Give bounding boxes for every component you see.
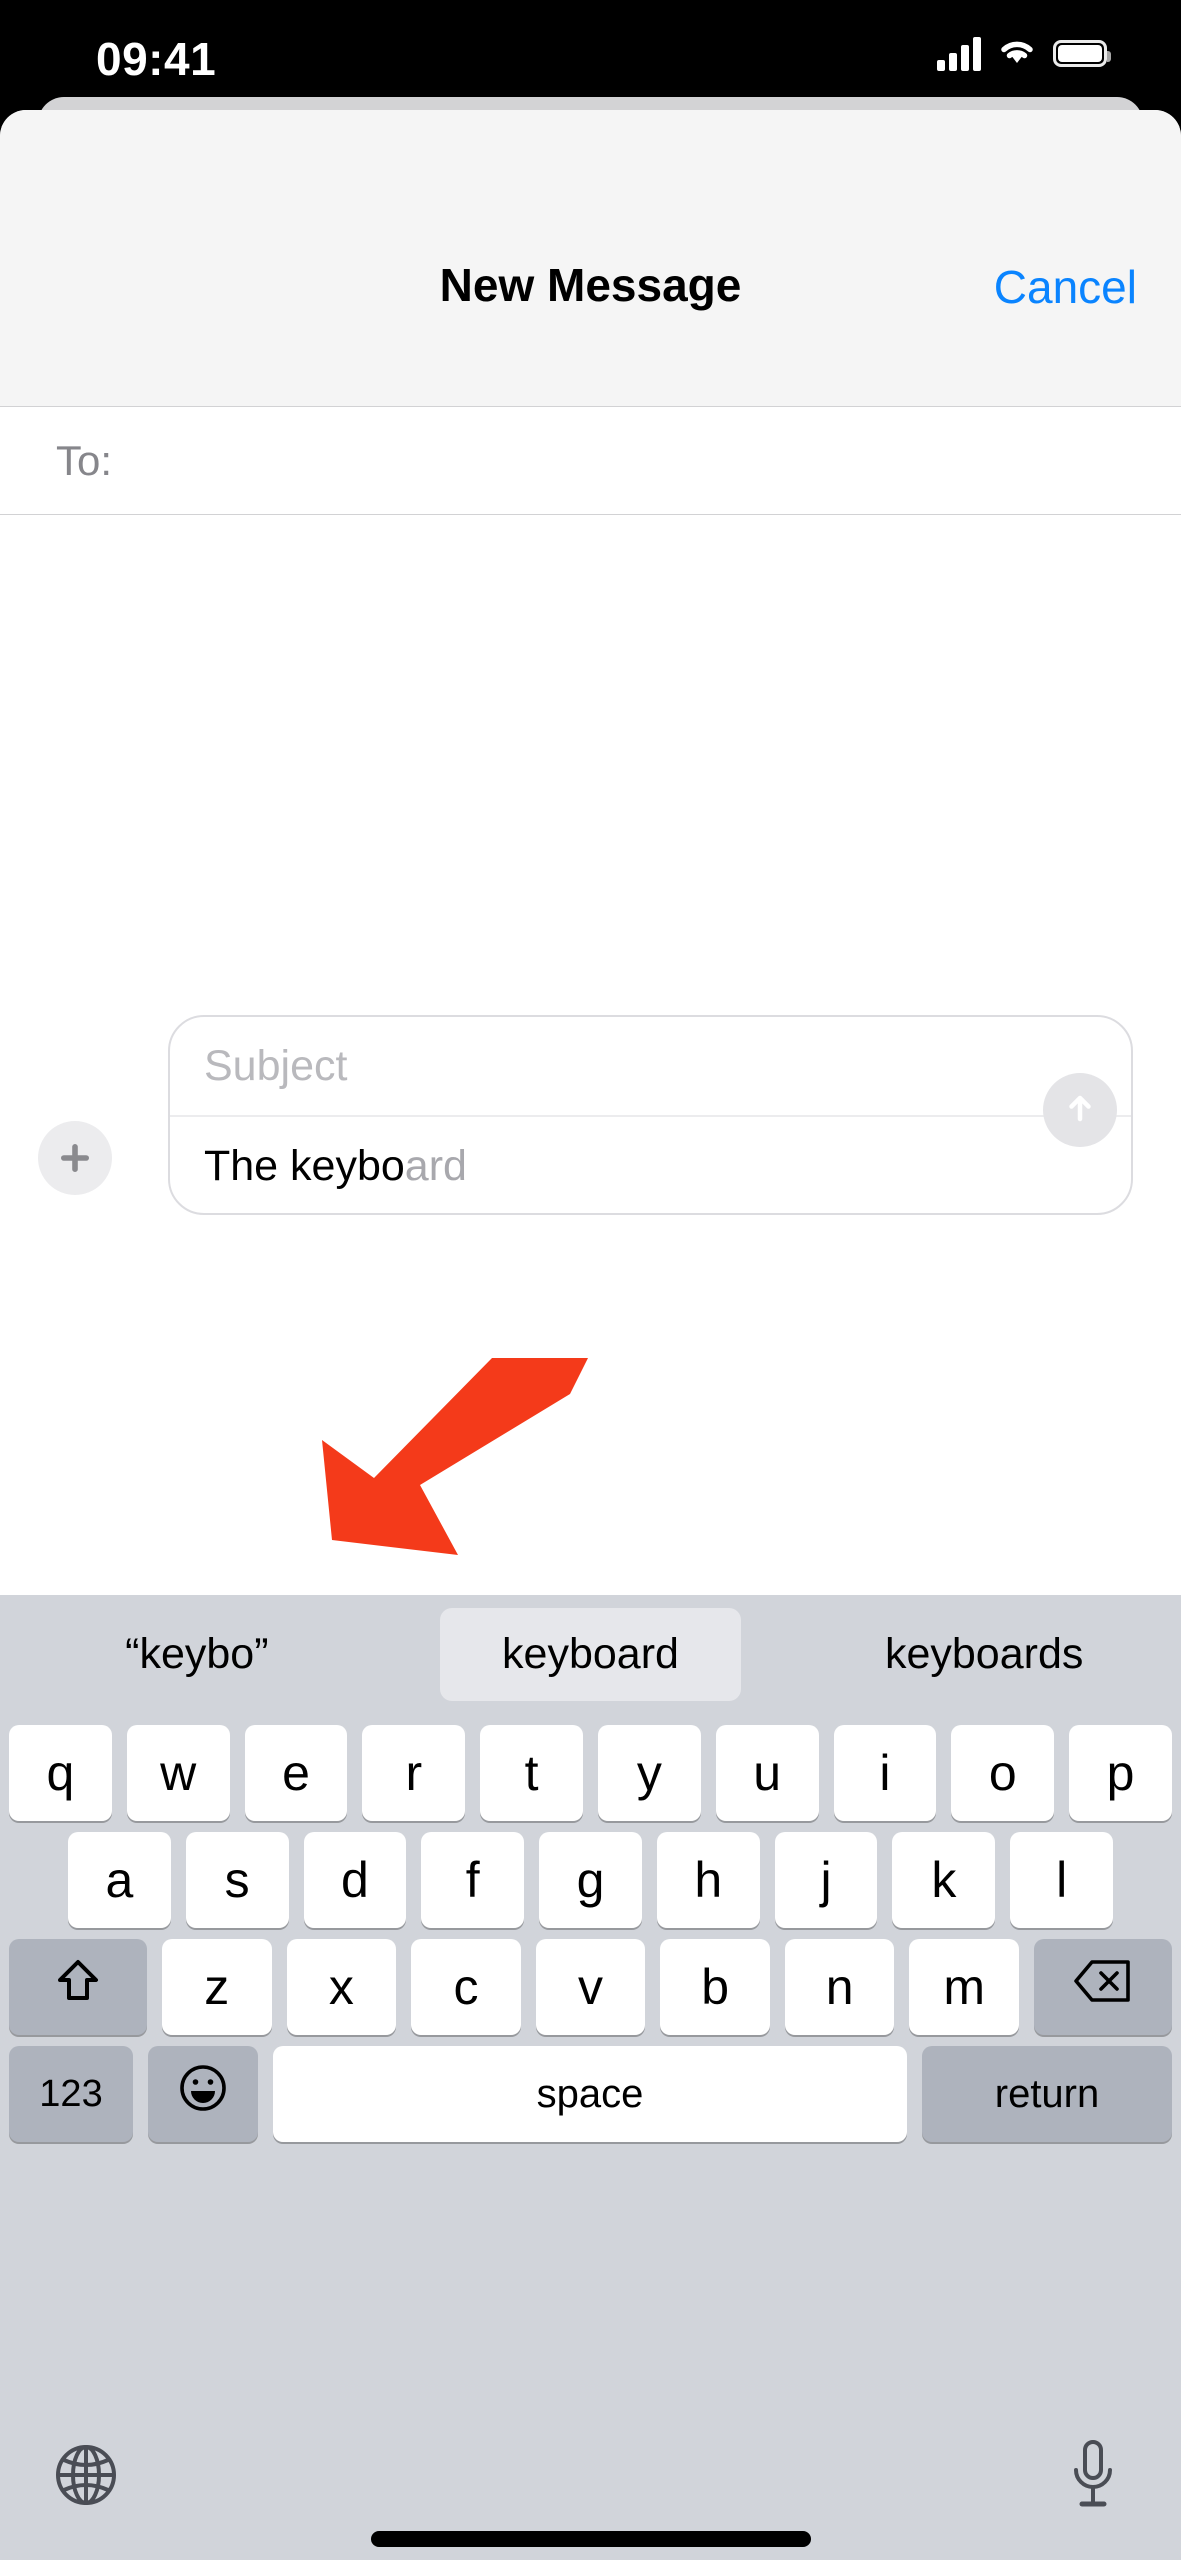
home-indicator	[370, 2531, 811, 2547]
key-m[interactable]: m	[909, 1939, 1020, 2035]
emoji-smiley-icon	[176, 2061, 230, 2127]
key-q[interactable]: q	[9, 1725, 112, 1821]
prediction-candidate-0[interactable]: “keybo”	[0, 1595, 394, 1713]
conversation-body	[0, 515, 1181, 1075]
backspace-delete-icon	[1072, 1957, 1134, 2017]
message-field[interactable]: The keyboard	[170, 1117, 1131, 1215]
send-button[interactable]	[1043, 1073, 1117, 1147]
key-u[interactable]: u	[715, 1725, 819, 1821]
key-l[interactable]: l	[1010, 1832, 1114, 1928]
key-c[interactable]: c	[411, 1939, 521, 2035]
key-o[interactable]: o	[951, 1725, 1055, 1821]
message-text-content: The keyboard	[204, 1142, 467, 1191]
key-t[interactable]: t	[480, 1725, 583, 1821]
key-y[interactable]: y	[597, 1725, 701, 1821]
microphone-dictation-icon	[1064, 2437, 1122, 2518]
send-arrow-up-icon	[1059, 1087, 1101, 1134]
prediction-candidate-1[interactable]: keyboard	[394, 1595, 788, 1713]
recipient-label: To:	[56, 437, 113, 484]
key-p[interactable]: p	[1069, 1725, 1172, 1821]
key-d[interactable]: d	[303, 1832, 407, 1928]
numbers-key[interactable]: 123	[9, 2046, 133, 2142]
key-v[interactable]: v	[535, 1939, 646, 2035]
status-bar-time: 09:41	[96, 33, 217, 85]
keyboard-utility-row	[0, 2415, 1181, 2560]
cancel-button[interactable]: Cancel	[994, 260, 1137, 314]
key-z[interactable]: z	[162, 1939, 272, 2035]
message-prediction-text: ard	[404, 1141, 467, 1190]
shift-up-arrow-icon	[51, 1954, 105, 2020]
key-e[interactable]: e	[244, 1725, 348, 1821]
key-s[interactable]: s	[185, 1832, 289, 1928]
prediction-label: “keybo”	[125, 1629, 269, 1678]
key-x[interactable]: x	[286, 1939, 397, 2035]
status-bar-indicators	[937, 36, 1111, 71]
space-key[interactable]: space	[273, 2046, 907, 2142]
subject-placeholder: Subject	[204, 1041, 348, 1090]
prediction-label: keyboards	[884, 1629, 1084, 1678]
key-w[interactable]: w	[126, 1725, 230, 1821]
key-r[interactable]: r	[362, 1725, 466, 1821]
keyboard-row-3: z x c v b n m	[0, 1939, 1181, 2035]
key-b[interactable]: b	[660, 1939, 770, 2035]
key-h[interactable]: h	[656, 1832, 760, 1928]
keyboard-row-1: q w e r t y u i o p	[0, 1725, 1181, 1821]
signal-bars-icon	[937, 36, 981, 71]
key-j[interactable]: j	[774, 1832, 878, 1928]
prediction-label: keyboard	[440, 1607, 741, 1701]
key-f[interactable]: f	[421, 1832, 525, 1928]
shift-key[interactable]	[9, 1939, 147, 2035]
prediction-candidate-2[interactable]: keyboards	[787, 1595, 1181, 1713]
message-typed-text: The keybo	[204, 1141, 405, 1190]
onscreen-keyboard: “keybo” keyboard keyboards q w e r t y u…	[0, 1595, 1181, 2560]
key-a[interactable]: a	[68, 1832, 171, 1928]
predictive-text-bar: “keybo” keyboard keyboards	[0, 1595, 1181, 1713]
globe-key[interactable]	[42, 2433, 130, 2521]
iphone-screen: 09:41 New Message Cancel To: Subject The…	[0, 0, 1181, 2560]
return-key[interactable]: return	[922, 2046, 1172, 2142]
keyboard-row-4: 123 space return	[0, 2046, 1181, 2142]
dictation-key[interactable]	[1049, 2433, 1137, 2521]
subject-field[interactable]: Subject	[170, 1017, 1131, 1117]
globe-language-icon	[50, 2439, 122, 2516]
wifi-icon	[997, 36, 1037, 71]
delete-key[interactable]	[1034, 1939, 1173, 2035]
keyboard-row-2: a s d f g h j k l	[0, 1832, 1181, 1928]
navigation-bar: New Message Cancel	[0, 110, 1181, 407]
compose-field[interactable]: Subject The keyboard	[168, 1015, 1133, 1215]
message-input-bar: Subject The keyboard	[0, 1015, 1181, 1241]
key-g[interactable]: g	[539, 1832, 642, 1928]
key-i[interactable]: i	[833, 1725, 937, 1821]
battery-icon	[1053, 40, 1111, 67]
key-k[interactable]: k	[892, 1832, 996, 1928]
plus-icon	[55, 1138, 95, 1178]
recipient-row[interactable]: To:	[0, 407, 1181, 515]
emoji-key[interactable]	[148, 2046, 258, 2142]
add-attachment-button[interactable]	[38, 1121, 112, 1195]
status-bar: 09:41	[0, 0, 1181, 110]
key-n[interactable]: n	[784, 1939, 895, 2035]
